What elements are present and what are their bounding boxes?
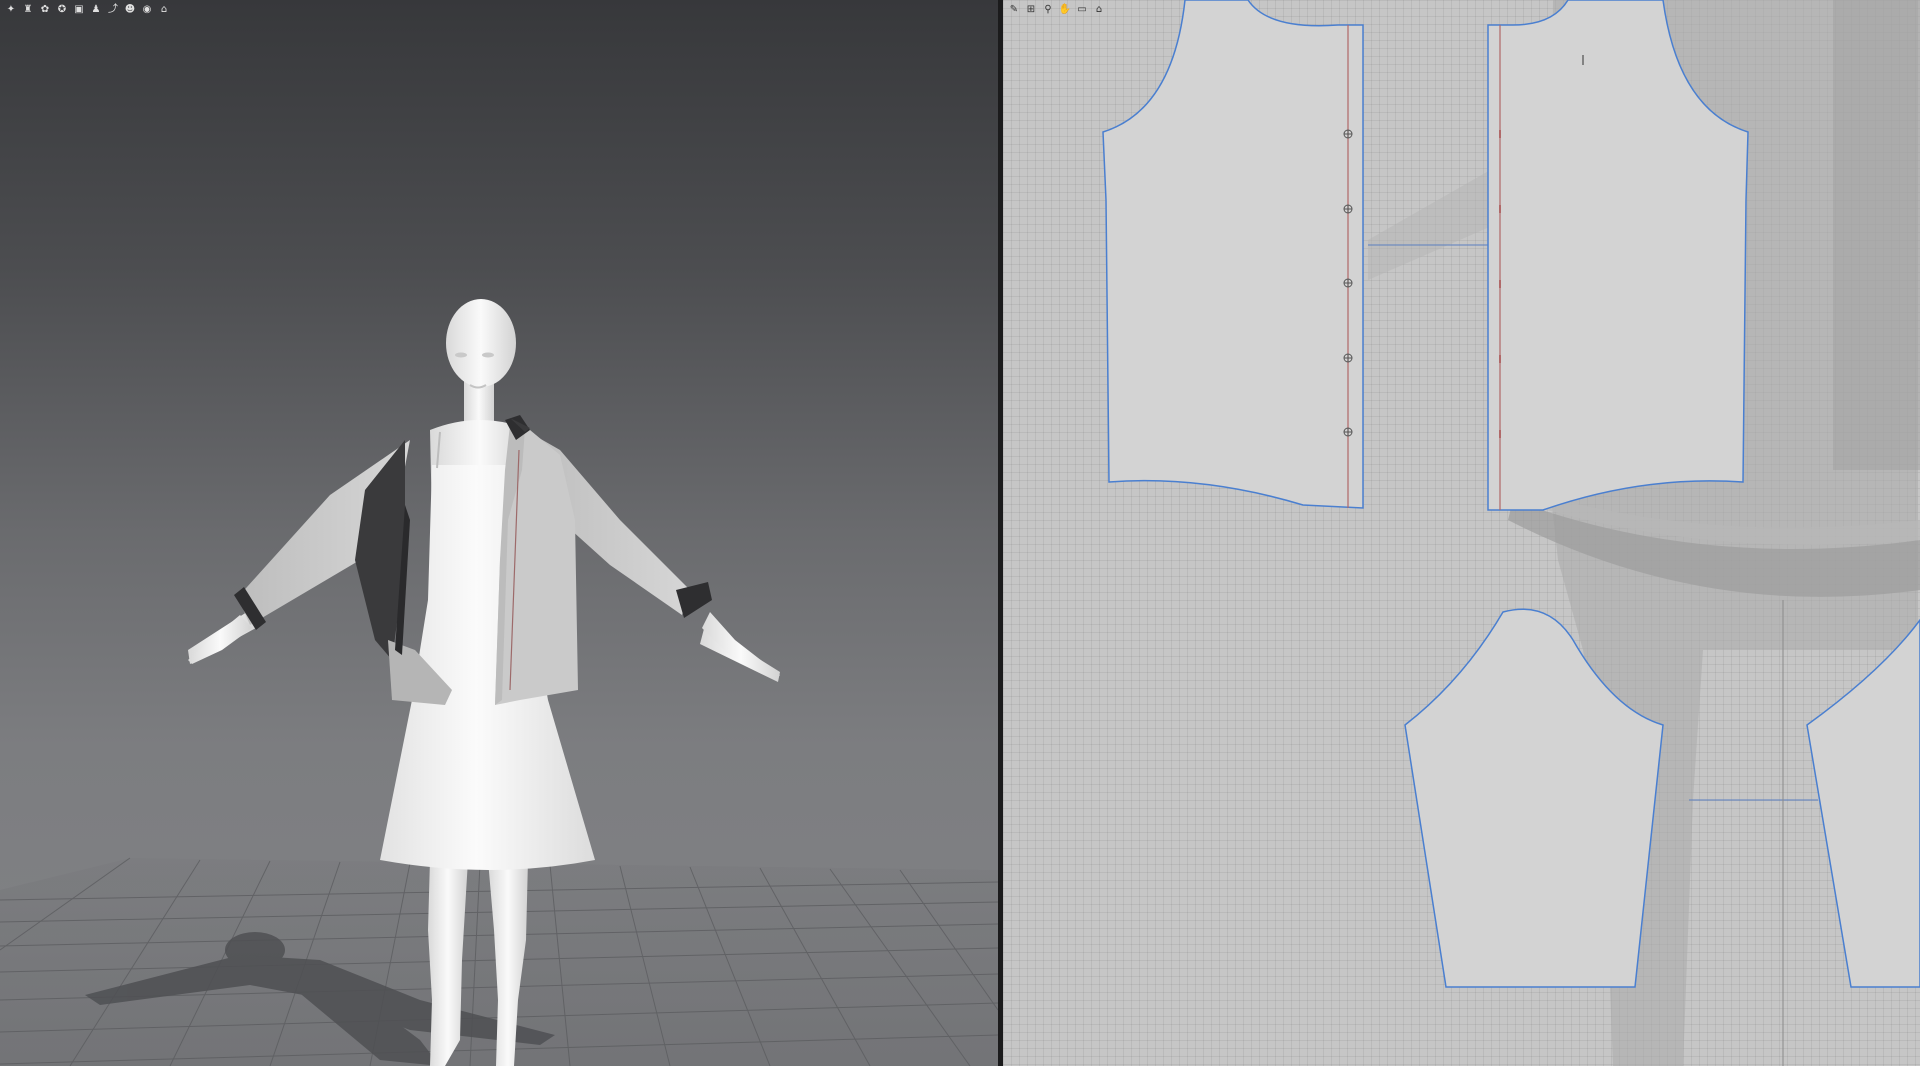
- style-icon[interactable]: ✪: [55, 3, 69, 17]
- transform-icon[interactable]: ⊞: [1024, 3, 1038, 17]
- simulation-icon[interactable]: ✦: [4, 3, 18, 17]
- pattern-board: [1102, 0, 1920, 1066]
- render-icon[interactable]: ⌂: [157, 3, 171, 17]
- edit-pattern-icon[interactable]: ✎: [1007, 3, 1021, 17]
- layer-icon[interactable]: ▭: [1075, 3, 1089, 17]
- 2d-pattern-window[interactable]: ✎ ⊞ ⚲ ✋ ▭ ⌂: [1003, 0, 1920, 1066]
- texture-icon[interactable]: ▣: [72, 3, 86, 17]
- hand-icon[interactable]: ✋: [1058, 3, 1072, 17]
- 3d-toolbar: ✦ ♜ ✿ ✪ ▣ ♟ ⤴ ☻ ◉ ⌂: [0, 0, 171, 20]
- pose-icon[interactable]: ⤴: [106, 3, 120, 17]
- 2d-toolbar: ✎ ⊞ ⚲ ✋ ▭ ⌂: [1003, 0, 1106, 20]
- pattern-front-left-bodice[interactable]: [1102, 0, 1364, 509]
- 3d-scene: [0, 299, 998, 1066]
- render-color-icon[interactable]: ◉: [140, 3, 154, 17]
- pattern-right-sleeve[interactable]: [1806, 618, 1920, 988]
- avatar-icon[interactable]: ♟: [89, 3, 103, 17]
- 3d-viewport[interactable]: ✦ ♜ ✿ ✪ ▣ ♟ ⤴ ☻ ◉ ⌂: [0, 0, 998, 1066]
- fabric-icon[interactable]: ✿: [38, 3, 52, 17]
- zoom-icon[interactable]: ⚲: [1041, 3, 1055, 17]
- measure-icon[interactable]: ☻: [123, 3, 137, 17]
- render-2d-icon[interactable]: ⌂: [1092, 3, 1106, 17]
- garment-icon[interactable]: ♜: [21, 3, 35, 17]
- clo3d-workspace: ✦ ♜ ✿ ✪ ▣ ♟ ⤴ ☻ ◉ ⌂ ✎ ⊞ ⚲ ✋ ▭ ⌂: [0, 0, 1920, 1066]
- avatar-head: [446, 299, 516, 425]
